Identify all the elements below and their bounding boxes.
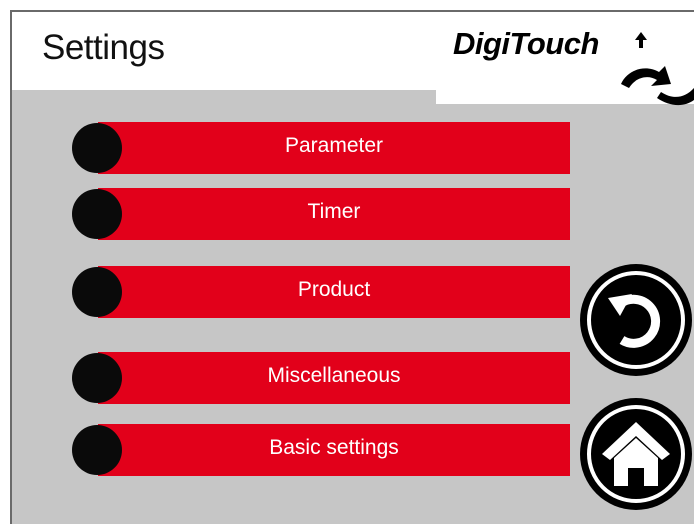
brand-logo: DigiTouch	[445, 14, 694, 106]
button-label: Miscellaneous	[267, 364, 401, 387]
frame-top	[0, 0, 694, 10]
back-button[interactable]	[580, 264, 692, 376]
frame-left	[0, 0, 10, 524]
page-title: Settings	[42, 28, 165, 67]
basic-settings-button[interactable]: Basic settings	[72, 424, 570, 476]
button-label: Parameter	[284, 134, 384, 157]
home-button[interactable]	[580, 398, 692, 510]
button-label: Product	[297, 278, 371, 301]
timer-button[interactable]: Timer	[72, 188, 570, 240]
back-arrow-icon	[587, 271, 685, 369]
miscellaneous-button[interactable]: Miscellaneous	[72, 352, 570, 404]
product-button[interactable]: Product	[72, 266, 570, 318]
logo-swoosh-icon	[621, 32, 694, 106]
home-icon	[587, 405, 685, 503]
button-label: Basic settings	[269, 436, 399, 459]
button-label: Timer	[307, 200, 361, 223]
parameter-button[interactable]: Parameter	[72, 122, 570, 174]
